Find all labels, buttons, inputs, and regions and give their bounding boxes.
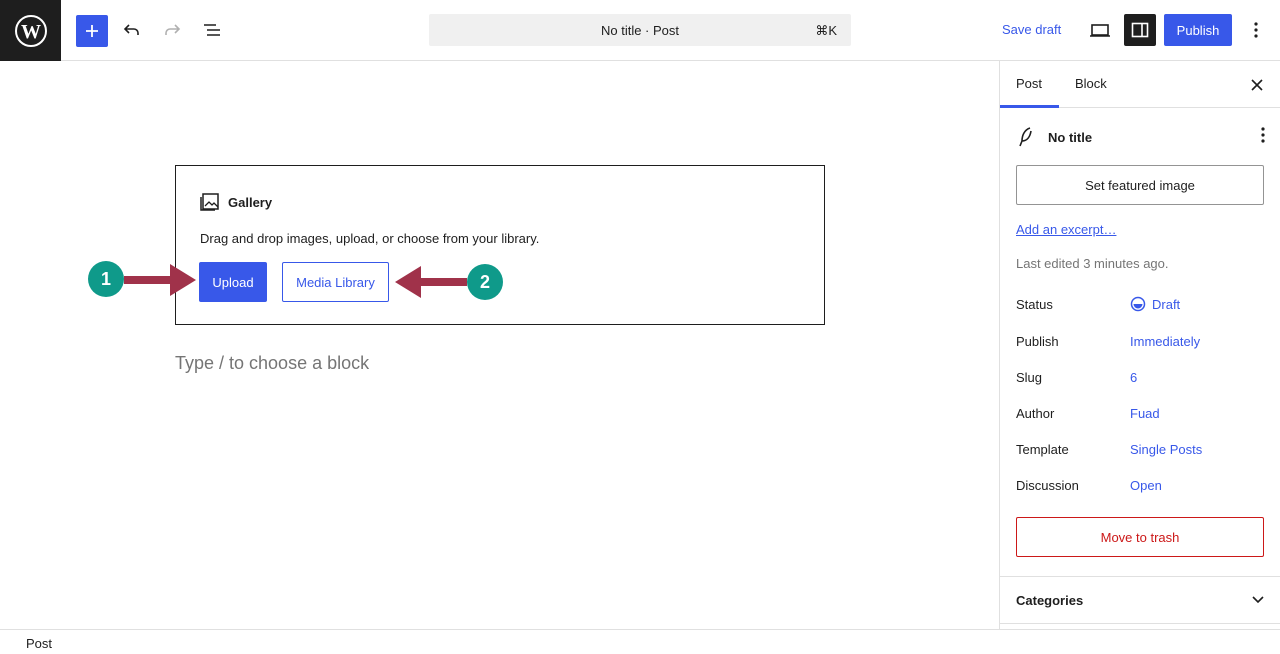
plus-icon [86, 25, 98, 37]
discussion-value[interactable]: Open [1130, 478, 1162, 493]
arrow-right-icon [124, 264, 196, 296]
active-tab-indicator [1000, 105, 1059, 108]
save-draft-button[interactable]: Save draft [1002, 22, 1061, 37]
breadcrumb-post[interactable]: Post [26, 636, 52, 651]
document-title: No title · Post [600, 23, 680, 38]
template-value[interactable]: Single Posts [1130, 442, 1202, 457]
author-value[interactable]: Fuad [1130, 406, 1160, 421]
add-excerpt-link[interactable]: Add an excerpt… [1016, 222, 1116, 237]
slug-label: Slug [1016, 370, 1043, 385]
gallery-title: Gallery [228, 195, 273, 210]
more-options-icon [1254, 22, 1258, 38]
draft-status-icon [1130, 296, 1146, 312]
gallery-icon [200, 193, 219, 211]
svg-text:W: W [21, 21, 41, 43]
top-toolbar: W No title · Post ⌘K Save draft Publish [0, 0, 1280, 61]
view-icon [1090, 24, 1110, 37]
arrow-left-icon [395, 266, 467, 298]
post-title: No title [1048, 130, 1093, 145]
tab-post[interactable]: Post [1016, 76, 1042, 91]
block-breadcrumb-bar: Post [0, 629, 1280, 654]
move-to-trash-button[interactable]: Move to trash [1016, 517, 1264, 557]
categories-panel-toggle[interactable]: Categories [1000, 576, 1280, 624]
sidebar-toggle-icon [1131, 22, 1149, 38]
last-edited-text: Last edited 3 minutes ago. [1016, 256, 1169, 271]
status-value[interactable]: Draft [1152, 297, 1180, 312]
post-feather-icon [1019, 127, 1032, 147]
status-label: Status [1016, 297, 1053, 312]
annotation-badge-1: 1 [88, 261, 124, 297]
gallery-instructions: Drag and drop images, upload, or choose … [200, 231, 540, 246]
add-block-button[interactable] [76, 15, 108, 47]
author-label: Author [1016, 406, 1055, 421]
publish-button[interactable]: Publish [1164, 14, 1232, 46]
discussion-label: Discussion [1016, 478, 1079, 493]
slug-value[interactable]: 6 [1130, 370, 1137, 385]
upload-button[interactable]: Upload [199, 262, 267, 302]
publish-value[interactable]: Immediately [1130, 334, 1200, 349]
publish-label: Publish [1016, 334, 1059, 349]
close-icon [1251, 79, 1263, 91]
wordpress-icon: W [14, 14, 47, 47]
gallery-block[interactable]: Gallery Drag and drop images, upload, or… [175, 165, 825, 325]
close-sidebar-button[interactable] [1247, 75, 1267, 95]
undo-icon [123, 24, 139, 35]
options-button[interactable] [1240, 14, 1272, 46]
settings-toggle-button[interactable] [1124, 14, 1156, 46]
post-actions-icon[interactable] [1261, 127, 1265, 143]
annotation-badge-2: 2 [467, 264, 503, 300]
settings-sidebar: Post Block No title Set featured image A… [999, 61, 1280, 629]
set-featured-image-button[interactable]: Set featured image [1016, 165, 1264, 205]
chevron-down-icon [1252, 596, 1264, 604]
sidebar-tabs: Post Block [1000, 61, 1280, 108]
wordpress-logo[interactable]: W [0, 0, 61, 61]
block-placeholder[interactable]: Type / to choose a block [175, 353, 369, 374]
shortcut-hint: ⌘K [815, 23, 837, 38]
template-label: Template [1016, 442, 1069, 457]
preview-button[interactable] [1084, 14, 1116, 46]
redo-icon [165, 24, 181, 35]
list-view-icon [204, 24, 220, 36]
redo-button[interactable] [156, 14, 188, 46]
media-library-button[interactable]: Media Library [282, 262, 389, 302]
tab-block[interactable]: Block [1075, 76, 1107, 91]
post-summary-header: No title [1016, 127, 1265, 147]
command-palette-bar[interactable]: No title · Post ⌘K [429, 14, 851, 46]
undo-button[interactable] [116, 14, 148, 46]
list-view-button[interactable] [196, 14, 228, 46]
categories-label: Categories [1016, 593, 1084, 608]
